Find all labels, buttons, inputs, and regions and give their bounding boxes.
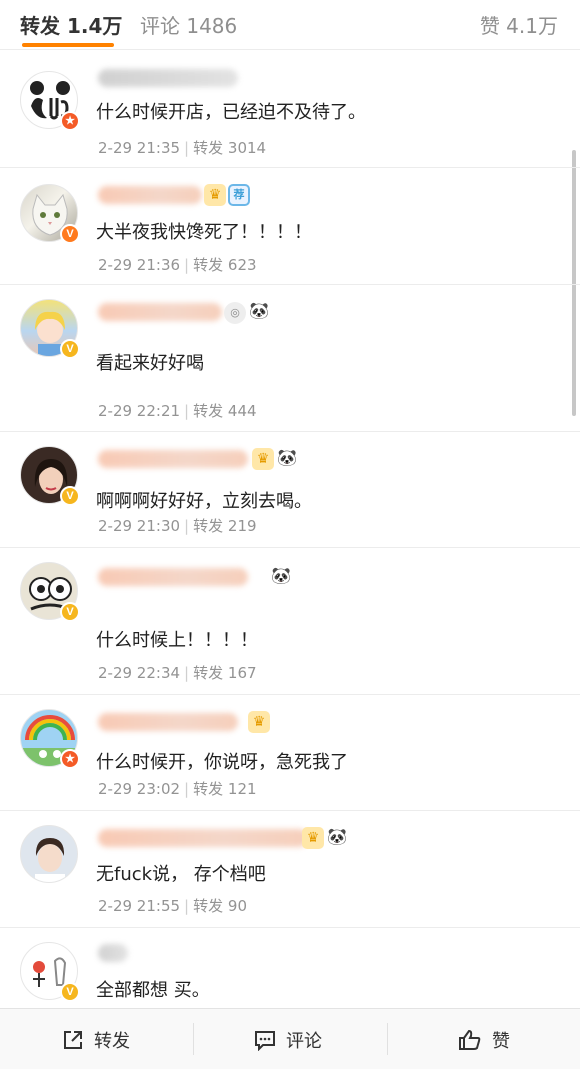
username-blurred[interactable]: [98, 568, 248, 586]
avatar[interactable]: V: [20, 184, 80, 244]
tab-repost[interactable]: 转发 1.4万: [20, 10, 122, 39]
repost-count: 444: [227, 402, 257, 420]
timestamp: 2-29 21:36: [98, 256, 181, 274]
tab-bar: 转发 1.4万 评论 1486 赞 4.1万: [0, 0, 580, 50]
panda-icon: 🐼: [248, 300, 270, 322]
comment-text: 无fuck说， 存个档吧: [96, 864, 266, 885]
item-meta: 2-29 23:02 | 转发 121: [98, 780, 257, 798]
username-blurred[interactable]: [98, 450, 248, 468]
timestamp: 2-29 21:55: [98, 897, 181, 915]
comment-button-label: 评论: [286, 1031, 322, 1052]
comment-text: 什么时候开，你说呀，急死我了: [96, 752, 348, 773]
repost-item[interactable]: V 🐼 什么时候上！！！！ 2-29 22:34 | 转发 167: [0, 548, 580, 695]
timestamp: 2-29 21:30: [98, 517, 181, 535]
verified-badge-icon: V: [60, 982, 80, 1002]
repost-button[interactable]: 转发: [62, 1027, 130, 1053]
avatar[interactable]: ★: [20, 709, 80, 769]
crown-icon: ♛: [204, 184, 226, 206]
crown-icon: ♛: [252, 448, 274, 470]
timestamp: 2-29 21:35: [98, 139, 181, 157]
repost-item[interactable]: ★ 什么时候开店，已经迫不及待了。 2-29 21:35 | 转发 3014: [0, 51, 580, 168]
crown-icon: ♛: [302, 827, 324, 849]
comment-button[interactable]: 评论: [254, 1027, 322, 1053]
username-blurred[interactable]: [98, 713, 238, 731]
crown-icon: ♛: [248, 711, 270, 733]
repost-item[interactable]: V ♛ 荐 大半夜我快馋死了！！！！ 2-29 21:36 | 转发 623: [0, 168, 580, 285]
username-blurred[interactable]: [98, 303, 222, 321]
panda-icon: 🐼: [326, 826, 348, 848]
repost-item[interactable]: V 全部都想 买。: [0, 928, 580, 1008]
avatar[interactable]: V: [20, 562, 80, 622]
share-icon: [64, 1031, 82, 1049]
item-meta: 2-29 22:34 | 转发 167: [98, 664, 257, 682]
repost-button-label: 转发: [94, 1031, 130, 1052]
repost-count: 3014: [227, 139, 267, 157]
timestamp: 2-29 22:34: [98, 664, 181, 682]
verified-badge-icon: V: [60, 339, 80, 359]
repost-count: 623: [227, 256, 257, 274]
verified-badge-icon: V: [60, 224, 80, 244]
item-meta: 2-29 21:55 | 转发 90: [98, 897, 247, 915]
panda-icon: 🐼: [276, 447, 298, 469]
repost-label: 转发: [193, 664, 224, 682]
verified-badge-icon: ★: [60, 749, 80, 769]
thumbs-up-icon: [459, 1029, 481, 1050]
repost-label: 转发: [193, 897, 224, 915]
like-button[interactable]: 赞: [458, 1027, 510, 1053]
username-blurred[interactable]: [98, 69, 238, 87]
repost-label: 转发: [193, 256, 224, 274]
repost-count: 90: [227, 897, 247, 915]
verified-badge-icon: V: [60, 602, 80, 622]
divider: [193, 1023, 194, 1055]
avatar[interactable]: [20, 825, 78, 883]
boy-avatar-icon: [20, 825, 78, 883]
item-meta: 2-29 22:21 | 转发 444: [98, 402, 257, 420]
shield-icon: 荐: [228, 184, 250, 206]
repost-count: 167: [227, 664, 257, 682]
comment-text: 啊啊啊好好好，立刻去喝。: [96, 491, 312, 512]
username-blurred[interactable]: [98, 944, 128, 962]
username-blurred[interactable]: [98, 829, 308, 847]
divider: [387, 1023, 388, 1055]
panda-icon: 🐼: [270, 565, 292, 587]
avatar[interactable]: V: [20, 299, 80, 359]
repost-label: 转发: [193, 139, 224, 157]
avatar[interactable]: V: [20, 942, 80, 1002]
username-blurred[interactable]: [98, 186, 202, 204]
comment-text: 全部都想 买。: [96, 980, 210, 1001]
item-meta: 2-29 21:30 | 转发 219: [98, 517, 257, 535]
item-meta: 2-29 21:36 | 转发 623: [98, 256, 257, 274]
bottom-action-bar: 转发 评论 赞: [0, 1008, 580, 1069]
like-button-label: 赞: [492, 1031, 510, 1052]
active-tab-indicator: [22, 43, 114, 47]
comment-icon: [255, 1031, 275, 1051]
timestamp: 2-29 22:21: [98, 402, 181, 420]
repost-item[interactable]: V ◎ 🐼 看起来好好喝 2-29 22:21 | 转发 444: [0, 285, 580, 432]
comment-text: 看起来好好喝: [96, 353, 204, 374]
comment-text: 什么时候开店，已经迫不及待了。: [96, 102, 366, 123]
item-meta: 2-29 21:35 | 转发 3014: [98, 139, 267, 157]
repost-label: 转发: [193, 402, 224, 420]
comment-text: 大半夜我快馋死了！！！！: [96, 222, 312, 243]
comment-text: 什么时候上！！！！: [96, 630, 258, 651]
repost-item[interactable]: ♛ 🐼 无fuck说， 存个档吧 2-29 21:55 | 转发 90: [0, 811, 580, 928]
repost-label: 转发: [193, 780, 224, 798]
repost-count: 219: [227, 517, 257, 535]
repost-item[interactable]: V ♛ 🐼 啊啊啊好好好，立刻去喝。 2-29 21:30 | 转发 219: [0, 432, 580, 548]
repost-item[interactable]: ★ ♛ 什么时候开，你说呀，急死我了 2-29 23:02 | 转发 121: [0, 695, 580, 811]
verified-badge-icon: ★: [60, 111, 80, 131]
avatar[interactable]: ★: [20, 71, 80, 131]
verified-badge-icon: V: [60, 486, 80, 506]
repost-label: 转发: [193, 517, 224, 535]
medal-icon: ◎: [224, 302, 246, 324]
tab-comment[interactable]: 评论 1486: [140, 10, 237, 39]
repost-count: 121: [227, 780, 257, 798]
tab-like[interactable]: 赞 4.1万: [480, 10, 558, 39]
timestamp: 2-29 23:02: [98, 780, 181, 798]
avatar[interactable]: V: [20, 446, 80, 506]
